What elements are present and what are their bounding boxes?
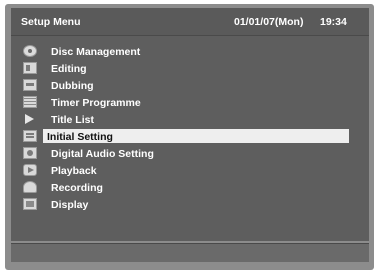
date-readout: 01/01/07(Mon) xyxy=(234,16,304,28)
dubbing-icon xyxy=(23,78,37,91)
menu-item-dubbing[interactable]: Dubbing xyxy=(17,76,352,93)
menu-item-display[interactable]: Display xyxy=(17,196,352,213)
timer-icon xyxy=(23,95,37,108)
play-arrow-icon xyxy=(23,113,37,125)
menu-item-playback[interactable]: Playback xyxy=(17,162,352,179)
menu-item-label: Disc Management xyxy=(51,45,141,58)
menu-item-timer-programme[interactable]: Timer Programme xyxy=(17,93,352,110)
menu-item-disc-management[interactable]: Disc Management xyxy=(17,42,352,59)
menu-header: Setup Menu 01/01/07(Mon) 19:34 xyxy=(11,8,369,36)
menu-item-editing[interactable]: Editing xyxy=(17,59,352,76)
menu-item-recording[interactable]: Recording xyxy=(17,179,352,196)
menu-item-digital-audio-setting[interactable]: Digital Audio Setting xyxy=(17,145,352,162)
editing-icon xyxy=(23,61,37,74)
selection-highlight: Initial Setting xyxy=(43,129,349,144)
menu-item-label: Digital Audio Setting xyxy=(51,148,154,161)
time-readout: 19:34 xyxy=(320,16,347,28)
menu-item-title-list[interactable]: Title List xyxy=(17,110,352,127)
menu-item-label: Display xyxy=(51,199,89,212)
setup-menu-list: Disc Management Editing Dubbing Timer Pr… xyxy=(17,42,352,213)
menu-item-label: Title List xyxy=(51,113,94,126)
menu-item-label: Timer Programme xyxy=(51,96,141,109)
playback-icon xyxy=(23,164,37,177)
display-icon xyxy=(23,198,37,211)
menu-item-label: Dubbing xyxy=(51,79,94,92)
disc-icon xyxy=(23,44,37,57)
menu-item-label: Initial Setting xyxy=(47,131,113,144)
menu-item-initial-setting[interactable]: Initial Setting xyxy=(17,127,352,144)
menu-item-label: Playback xyxy=(51,165,97,178)
menu-item-label: Editing xyxy=(51,62,87,75)
page-title: Setup Menu xyxy=(21,16,81,28)
audio-icon xyxy=(23,147,37,160)
menu-item-label: Recording xyxy=(51,182,103,195)
footer-bar xyxy=(11,243,369,262)
recording-icon xyxy=(23,181,37,194)
initial-setting-icon xyxy=(23,130,37,143)
